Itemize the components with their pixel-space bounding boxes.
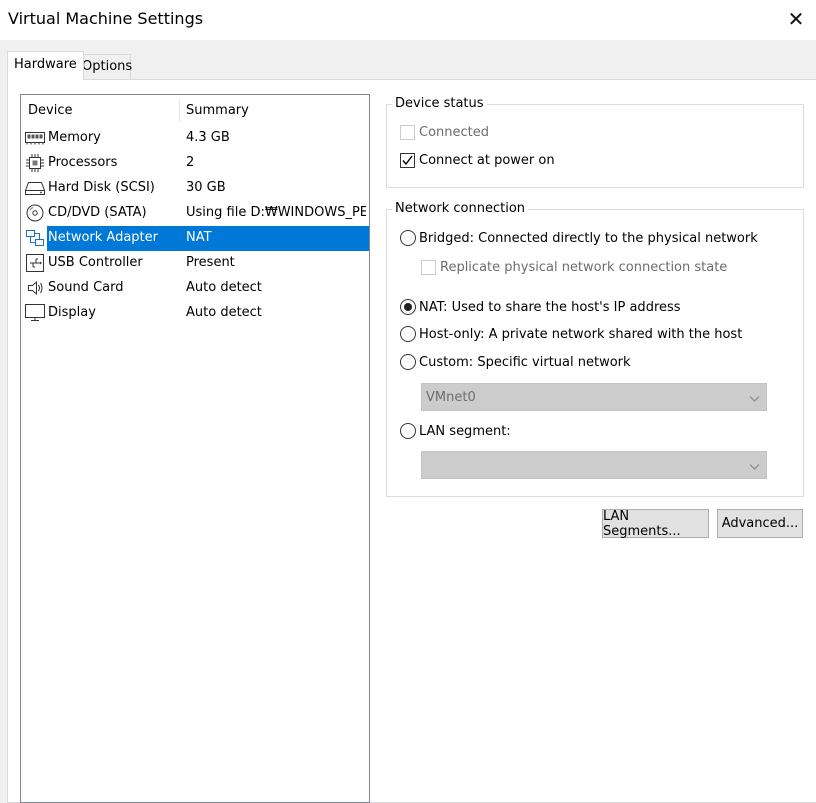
device-row-usb-controller[interactable]: USB Controller Present — [21, 251, 369, 276]
device-summary: Present — [186, 255, 235, 270]
device-summary: 30 GB — [186, 180, 226, 195]
device-list[interactable]: Device Summary Memory 4.3 GB Processors … — [20, 94, 370, 803]
device-summary: Auto detect — [186, 280, 262, 295]
custom-label: Custom: Specific virtual network — [419, 354, 631, 370]
device-summary: NAT — [186, 230, 212, 245]
display-icon — [25, 304, 45, 322]
connect-at-power-on-checkbox[interactable]: Connect at power on — [400, 153, 555, 168]
lan-segment-label: LAN segment: — [419, 423, 511, 439]
device-name: Processors — [48, 155, 118, 170]
device-name: USB Controller — [48, 255, 143, 270]
device-row-memory[interactable]: Memory 4.3 GB — [21, 126, 369, 151]
nat-label: NAT: Used to share the host's IP address — [419, 299, 681, 315]
title-bar: Virtual Machine Settings ✕ — [0, 0, 816, 40]
device-status-title: Device status — [392, 96, 487, 111]
connected-checkbox[interactable]: Connected — [400, 125, 489, 140]
lan-segment-dropdown[interactable] — [421, 451, 767, 479]
device-name: Network Adapter — [48, 230, 158, 245]
radio-circle — [400, 423, 416, 439]
bridged-label: Bridged: Connected directly to the physi… — [419, 230, 758, 246]
column-header-summary[interactable]: Summary — [186, 103, 249, 118]
device-row-display[interactable]: Display Auto detect — [21, 301, 369, 326]
custom-radio[interactable]: Custom: Specific virtual network — [400, 354, 631, 370]
hard-disk-icon — [25, 179, 45, 197]
device-name: Sound Card — [48, 280, 124, 295]
window-title: Virtual Machine Settings — [8, 9, 204, 28]
device-row-hard-disk[interactable]: Hard Disk (SCSI) 30 GB — [21, 176, 369, 201]
device-summary: Auto detect — [186, 305, 262, 320]
vmnet-dropdown-value: VMnet0 — [426, 390, 476, 405]
advanced-button[interactable]: Advanced... — [717, 509, 803, 538]
radio-circle — [400, 326, 416, 342]
replicate-state-label: Replicate physical network connection st… — [440, 260, 728, 275]
tab-hardware[interactable]: Hardware — [7, 51, 84, 80]
connected-label: Connected — [419, 125, 490, 140]
memory-icon — [25, 129, 45, 147]
device-summary: Using file D:₩WINDOWS_PE... — [186, 205, 366, 220]
chevron-down-icon — [749, 392, 760, 407]
nat-radio[interactable]: NAT: Used to share the host's IP address — [400, 299, 681, 315]
radio-circle — [400, 299, 416, 315]
usb-icon — [25, 254, 45, 272]
connect-at-power-on-label: Connect at power on — [419, 153, 555, 168]
radio-selected-dot — [404, 303, 412, 311]
checkbox-box — [421, 260, 436, 275]
replicate-state-checkbox[interactable]: Replicate physical network connection st… — [421, 260, 727, 275]
network-adapter-icon — [25, 229, 45, 247]
host-only-label: Host-only: A private network shared with… — [419, 326, 743, 342]
close-button[interactable]: ✕ — [776, 0, 816, 38]
lan-segment-radio[interactable]: LAN segment: — [400, 423, 511, 439]
lan-segments-button[interactable]: LAN Segments... — [602, 509, 709, 539]
bridged-radio[interactable]: Bridged: Connected directly to the physi… — [400, 230, 758, 246]
close-icon: ✕ — [787, 7, 805, 31]
device-row-sound-card[interactable]: Sound Card Auto detect — [21, 276, 369, 301]
column-header-device[interactable]: Device — [28, 103, 72, 118]
checkbox-box — [400, 125, 415, 140]
device-summary: 4.3 GB — [186, 130, 230, 145]
device-list-header: Device Summary — [21, 95, 369, 125]
sound-card-icon — [25, 279, 45, 297]
radio-circle — [400, 354, 416, 370]
radio-circle — [400, 230, 416, 246]
network-connection-title: Network connection — [392, 201, 529, 216]
device-row-network-adapter[interactable]: Network Adapter NAT — [21, 226, 369, 251]
vmnet-dropdown[interactable]: VMnet0 — [421, 383, 767, 411]
device-summary: 2 — [186, 155, 195, 170]
device-name: Display — [48, 305, 96, 320]
checkmark-icon — [402, 155, 413, 166]
column-separator[interactable] — [179, 98, 180, 122]
device-status-group: Device status — [386, 96, 804, 188]
processor-icon — [25, 154, 45, 172]
device-row-processors[interactable]: Processors 2 — [21, 151, 369, 176]
checkbox-box — [400, 153, 415, 168]
chevron-down-icon — [749, 460, 760, 475]
cd-dvd-icon — [25, 204, 45, 222]
device-name: Hard Disk (SCSI) — [48, 180, 155, 195]
device-name: CD/DVD (SATA) — [48, 205, 147, 220]
device-name: Memory — [48, 130, 101, 145]
host-only-radio[interactable]: Host-only: A private network shared with… — [400, 326, 742, 342]
device-row-cd-dvd[interactable]: CD/DVD (SATA) Using file D:₩WINDOWS_PE..… — [21, 201, 369, 226]
